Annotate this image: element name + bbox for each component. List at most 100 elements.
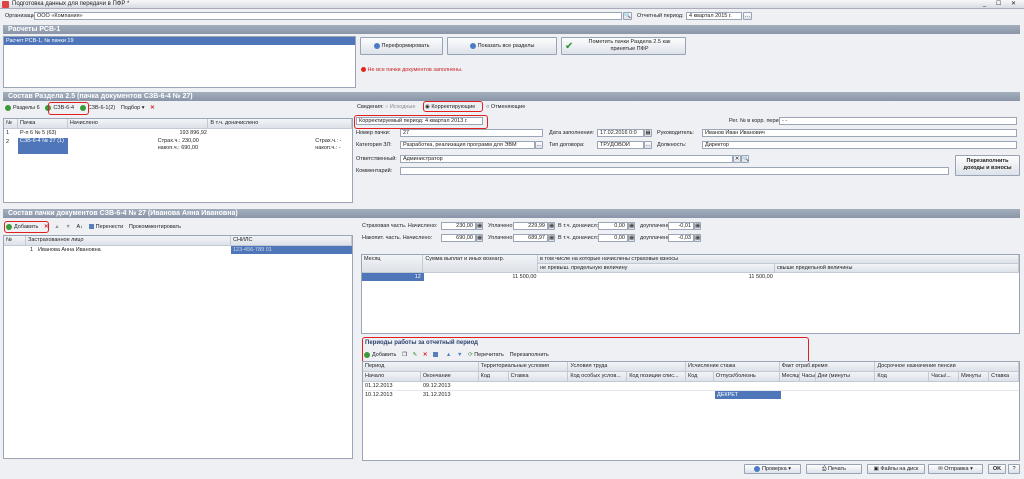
table-row[interactable]: 10.12.2013 31.12.2013 ДЕКРЕТ bbox=[363, 391, 1019, 399]
calc-icon[interactable]: ▦ bbox=[628, 222, 635, 230]
disk-icon: ▣ bbox=[873, 466, 879, 472]
work-periods-grid: Период Территориальные условия Условия т… bbox=[362, 361, 1020, 461]
calc-icon[interactable]: ▦ bbox=[476, 222, 483, 230]
window-title: Подготовка данных для передачи в ПФР * bbox=[12, 1, 130, 7]
document-icon bbox=[469, 42, 476, 49]
move-button[interactable]: Перенести bbox=[88, 223, 123, 231]
calc-icon[interactable]: ▦ bbox=[548, 222, 555, 230]
work-periods-title: Периоды работы за отчетный период bbox=[365, 340, 478, 346]
col-rate: Ставка bbox=[508, 372, 569, 382]
group-territory: Территориальные условия bbox=[478, 362, 569, 372]
table-row[interactable]: 1 Иванова Анна Ивановна 123-456-789 01 bbox=[4, 246, 352, 254]
window-titlebar: Подготовка данных для передачи в ПФР * _… bbox=[0, 0, 1024, 9]
delete-icon[interactable]: ✕ bbox=[150, 104, 155, 112]
period-field[interactable]: 4 квартал 2015 г. bbox=[686, 12, 742, 20]
delete-icon[interactable]: ✕ bbox=[423, 351, 428, 359]
col-no: № bbox=[4, 236, 26, 246]
sort-icon[interactable]: A↓ bbox=[77, 223, 83, 231]
table-row[interactable]: 2 СЗВ-6-4 № 27 (1) Страх.ч.: 230,00 накоп… bbox=[4, 138, 352, 154]
group-period: Период bbox=[363, 362, 479, 372]
ins-extra-field[interactable]: 0,00 bbox=[598, 222, 628, 230]
refill-income-button[interactable]: Перезаполнить доходы и взносы bbox=[955, 155, 1020, 176]
calendar-icon[interactable]: ▦ bbox=[644, 129, 652, 137]
acc-accrued-field[interactable]: 690,00 bbox=[441, 234, 476, 242]
plus-icon bbox=[364, 351, 370, 358]
acc-add-field[interactable]: -0,03 bbox=[668, 234, 694, 242]
move-icon[interactable] bbox=[433, 351, 440, 359]
tab-sections6[interactable]: Разделы 6 bbox=[5, 104, 40, 112]
contract-field[interactable]: ТРУДОВОЙ bbox=[597, 141, 644, 149]
col-snils: СНИЛС bbox=[231, 236, 352, 246]
group-labor: Условия труда bbox=[568, 362, 687, 372]
col-position-code: Код позиции спис... bbox=[627, 372, 686, 382]
group-seniority: Исчисление стажа bbox=[686, 362, 780, 372]
org-field[interactable]: ООО «Компания» bbox=[34, 12, 622, 20]
table-row[interactable]: 01.12.2013 09.12.2013 bbox=[363, 382, 1019, 391]
radio-original[interactable]: ○ Исходные bbox=[385, 103, 415, 111]
ins-paid-field[interactable]: 229,99 bbox=[513, 222, 548, 230]
period-select-button[interactable]: … bbox=[743, 12, 752, 20]
print-button[interactable]: ⎙ Печать bbox=[806, 464, 862, 474]
comment-field[interactable] bbox=[400, 167, 949, 175]
acc-extra-field[interactable]: 0,00 bbox=[598, 234, 628, 242]
calc-icon[interactable]: ▦ bbox=[548, 234, 555, 242]
table-row[interactable]: 1 Р-п 6 № 5 (63) 193 896,92 bbox=[4, 129, 352, 138]
ins-label: Страховая часть. Начислено: bbox=[362, 223, 438, 229]
reg-field[interactable]: - - bbox=[779, 117, 1017, 125]
show-all-sections-button[interactable]: Показать все разделы bbox=[447, 37, 557, 55]
calc-icon[interactable]: ▦ bbox=[628, 234, 635, 242]
comment-button[interactable]: Прокомментировать bbox=[129, 223, 181, 231]
paid-label: Уплачено: bbox=[488, 235, 514, 241]
check-button[interactable]: Проверка ▾ bbox=[744, 464, 801, 474]
category-field[interactable]: Разработка, реализация программ для ЭВМ bbox=[400, 141, 535, 149]
arrow-icon bbox=[5, 104, 11, 111]
arrow-up-icon[interactable]: ▲ bbox=[446, 351, 451, 359]
highlight-add bbox=[4, 221, 49, 233]
acc-paid-field[interactable]: 689,97 bbox=[513, 234, 548, 242]
ok-button[interactable]: OK bbox=[988, 464, 1006, 474]
recalc-button[interactable]: ⟳ Перечитать bbox=[468, 351, 504, 359]
select-dropdown[interactable]: Подбор ▾ bbox=[121, 104, 145, 112]
reform-button[interactable]: Переформировать bbox=[360, 37, 443, 55]
arrow-down-icon[interactable]: ▼ bbox=[65, 223, 70, 231]
arrow-up-icon[interactable]: ▲ bbox=[54, 223, 59, 231]
category-label: Категория ЗЛ: bbox=[356, 142, 392, 148]
rsv-list: Расчет РСВ-1, № пачки 19 bbox=[3, 36, 356, 88]
table-row[interactable]: 12 11 500,00 11 500,00 bbox=[362, 273, 1019, 281]
ins-add-field[interactable]: -0,01 bbox=[668, 222, 694, 230]
send-button[interactable]: ✉ Отправка ▾ bbox=[928, 464, 983, 474]
responsible-field[interactable]: Администратор bbox=[400, 155, 733, 163]
incomplete-warning: Не все пачки документов заполнены. bbox=[361, 66, 463, 74]
radio-cancelling[interactable]: ○ Отменяющие bbox=[486, 103, 525, 111]
warning-icon bbox=[361, 67, 366, 73]
calc-icon[interactable]: ▦ bbox=[694, 234, 701, 242]
files-to-disk-button[interactable]: ▣ Файлы на диск bbox=[867, 464, 925, 474]
window-controls[interactable]: _ ☐ ✕ bbox=[983, 0, 1020, 9]
col-rate: Ставка bbox=[989, 372, 1019, 382]
search-icon[interactable]: 🔍 bbox=[741, 155, 749, 163]
mark-accepted-button[interactable]: ✔ Пометить пачки Раздела 2.5 как принятые… bbox=[561, 37, 686, 55]
clear-icon[interactable]: ✕ bbox=[733, 155, 741, 163]
rsv-list-item[interactable]: Расчет РСВ-1, № пачки 19 bbox=[4, 37, 355, 45]
edit-icon[interactable]: ✎ bbox=[413, 351, 418, 359]
col-hours: Часы bbox=[799, 372, 816, 382]
position-field[interactable]: Директор bbox=[702, 141, 1017, 149]
category-select-button[interactable]: … bbox=[535, 141, 543, 149]
head-field[interactable]: Иванов Иван Иванович bbox=[702, 129, 1017, 137]
contract-select-button[interactable]: … bbox=[644, 141, 652, 149]
fill-date-field[interactable]: 17.02.2016 0:0 bbox=[597, 129, 644, 137]
period-label: Отчетный период: bbox=[637, 13, 684, 19]
calc-icon[interactable]: ▦ bbox=[694, 222, 701, 230]
work-refill-button[interactable]: Перезаполнить bbox=[510, 351, 549, 359]
pack-number-field[interactable]: 27 bbox=[400, 129, 543, 137]
checkmark-icon: ✔ bbox=[565, 41, 574, 52]
copy-icon[interactable]: ❐ bbox=[402, 351, 407, 359]
arrow-down-icon[interactable]: ▼ bbox=[457, 351, 462, 359]
ins-accrued-field[interactable]: 230,00 bbox=[441, 222, 476, 230]
calc-icon[interactable]: ▦ bbox=[476, 234, 483, 242]
help-icon[interactable]: ? bbox=[1008, 464, 1020, 474]
org-search-button[interactable]: 🔍 bbox=[623, 12, 632, 20]
work-add-button[interactable]: Добавить bbox=[364, 351, 396, 359]
work-toolbar: Добавить ❐ ✎ ✕ ▲ ▼ ⟳ Перечитать Перезапо… bbox=[364, 351, 964, 361]
add-label: доуплачено: bbox=[640, 223, 672, 229]
